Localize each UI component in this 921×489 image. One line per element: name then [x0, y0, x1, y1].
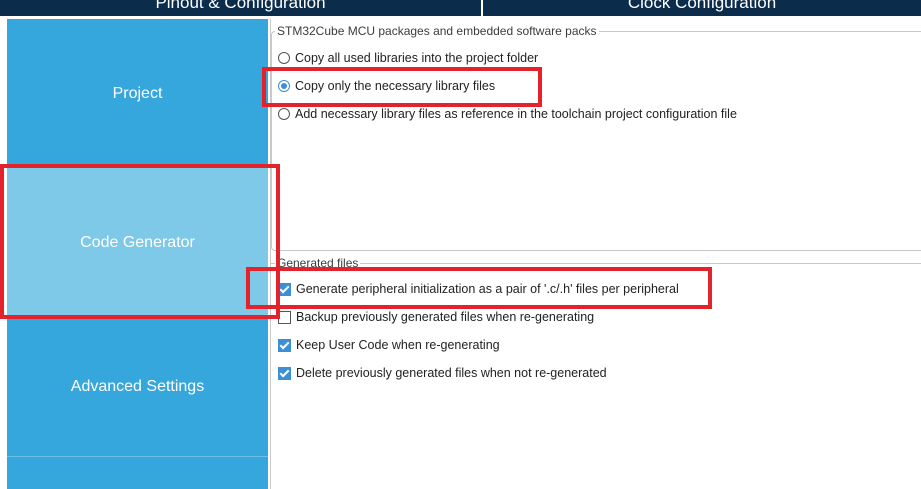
- tab-pinout-configuration[interactable]: Pinout & Configuration: [0, 0, 481, 16]
- radio-label: Copy all used libraries into the project…: [295, 51, 539, 65]
- checkbox-keep-user-code[interactable]: Keep User Code when re-generating: [278, 337, 500, 353]
- top-tab-bar: Pinout & Configuration Clock Configurati…: [0, 0, 921, 16]
- checkbox-backup-generated-files[interactable]: Backup previously generated files when r…: [278, 309, 594, 325]
- radio-button[interactable]: [278, 52, 290, 64]
- checkbox-label: Delete previously generated files when n…: [296, 366, 607, 380]
- sidebar-item-empty[interactable]: [7, 456, 268, 489]
- packs-group-title: STM32Cube MCU packages and embedded soft…: [275, 24, 599, 38]
- checkbox-label: Keep User Code when re-generating: [296, 338, 500, 352]
- radio-add-as-reference[interactable]: Add necessary library files as reference…: [278, 106, 737, 122]
- radio-label: Add necessary library files as reference…: [295, 107, 737, 121]
- sidebar-item-label: Project: [112, 84, 163, 102]
- highlight-box-copy-necessary: [262, 67, 542, 107]
- checkbox-delete-generated-files[interactable]: Delete previously generated files when n…: [278, 365, 607, 381]
- generated-group-line: [271, 263, 921, 264]
- radio-button[interactable]: [278, 108, 290, 120]
- highlight-box-generate-peripheral: [246, 267, 712, 309]
- checkbox[interactable]: [278, 338, 291, 352]
- radio-copy-all-libraries[interactable]: Copy all used libraries into the project…: [278, 50, 538, 66]
- tab-clock-configuration[interactable]: Clock Configuration: [483, 0, 921, 16]
- sidebar-item-advanced-settings[interactable]: Advanced Settings: [7, 317, 268, 456]
- checkbox[interactable]: [278, 366, 291, 380]
- checkbox-label: Backup previously generated files when r…: [296, 310, 595, 324]
- sidebar-item-project[interactable]: Project: [7, 19, 268, 168]
- highlight-box-code-generator: [0, 164, 280, 319]
- sidebar-item-label: Advanced Settings: [70, 377, 205, 395]
